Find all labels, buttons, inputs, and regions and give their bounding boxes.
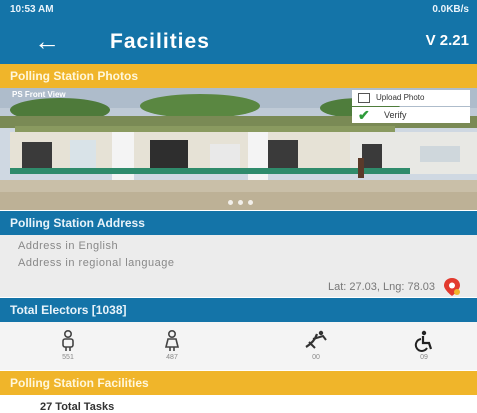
total-tasks-text: 27 Total Tasks bbox=[40, 401, 115, 413]
wheelchair-count: 09 bbox=[420, 354, 428, 361]
app-bar: ← Facilities V 2.21 bbox=[0, 20, 477, 64]
electors-section-header: Total Electors [1038] bbox=[0, 298, 477, 322]
verify-button[interactable]: ✔ Verify bbox=[352, 107, 470, 123]
address-regional: Address in regional language bbox=[18, 257, 175, 269]
upload-photo-label: Upload Photo bbox=[376, 93, 425, 102]
electors-section-title: Total Electors [1038] bbox=[10, 303, 127, 317]
address-section-title: Polling Station Address bbox=[10, 216, 145, 230]
photo-caption: PS Front View bbox=[12, 90, 66, 99]
female-voter-icon bbox=[164, 330, 180, 351]
status-time: 10:53 AM bbox=[10, 4, 54, 15]
third-gender-count: 00 bbox=[312, 354, 320, 361]
male-voter-count: 551 bbox=[62, 354, 74, 361]
pager-dot[interactable] bbox=[228, 200, 233, 205]
photos-section-header: Polling Station Photos bbox=[0, 64, 477, 88]
facilities-section-title: Polling Station Facilities bbox=[10, 376, 149, 390]
elector-male: 551 bbox=[48, 330, 88, 361]
address-section-header: Polling Station Address bbox=[0, 211, 477, 235]
verify-label: Verify bbox=[384, 110, 407, 120]
address-english: Address in English bbox=[18, 240, 119, 252]
back-arrow-icon[interactable]: ← bbox=[34, 26, 60, 56]
male-voter-icon bbox=[62, 330, 74, 351]
upload-photo-button[interactable]: Upload Photo bbox=[352, 90, 470, 106]
photos-section-title: Polling Station Photos bbox=[10, 69, 138, 83]
pager-dot[interactable] bbox=[248, 200, 253, 205]
camera-icon bbox=[358, 93, 370, 103]
map-pin-icon[interactable] bbox=[442, 277, 462, 297]
lat-lng-text: Lat: 27.03, Lng: 78.03 bbox=[327, 281, 435, 293]
network-speed: 0.0KB/s bbox=[432, 4, 469, 15]
checkmark-icon: ✔ bbox=[358, 107, 370, 123]
elector-third-gender: 00 bbox=[296, 330, 336, 361]
elector-female: 487 bbox=[152, 330, 192, 361]
pager-dot[interactable] bbox=[238, 200, 243, 205]
status-bar: 10:53 AM 0.0KB/s bbox=[0, 0, 477, 20]
page-title: Facilities bbox=[110, 30, 210, 53]
elector-pwd: 09 bbox=[404, 330, 444, 361]
facilities-section-header: Polling Station Facilities bbox=[0, 371, 477, 395]
female-voter-count: 487 bbox=[166, 354, 178, 361]
wheelchair-icon bbox=[414, 330, 433, 352]
third-gender-icon bbox=[305, 330, 327, 349]
version-label: V 2.21 bbox=[425, 32, 469, 49]
